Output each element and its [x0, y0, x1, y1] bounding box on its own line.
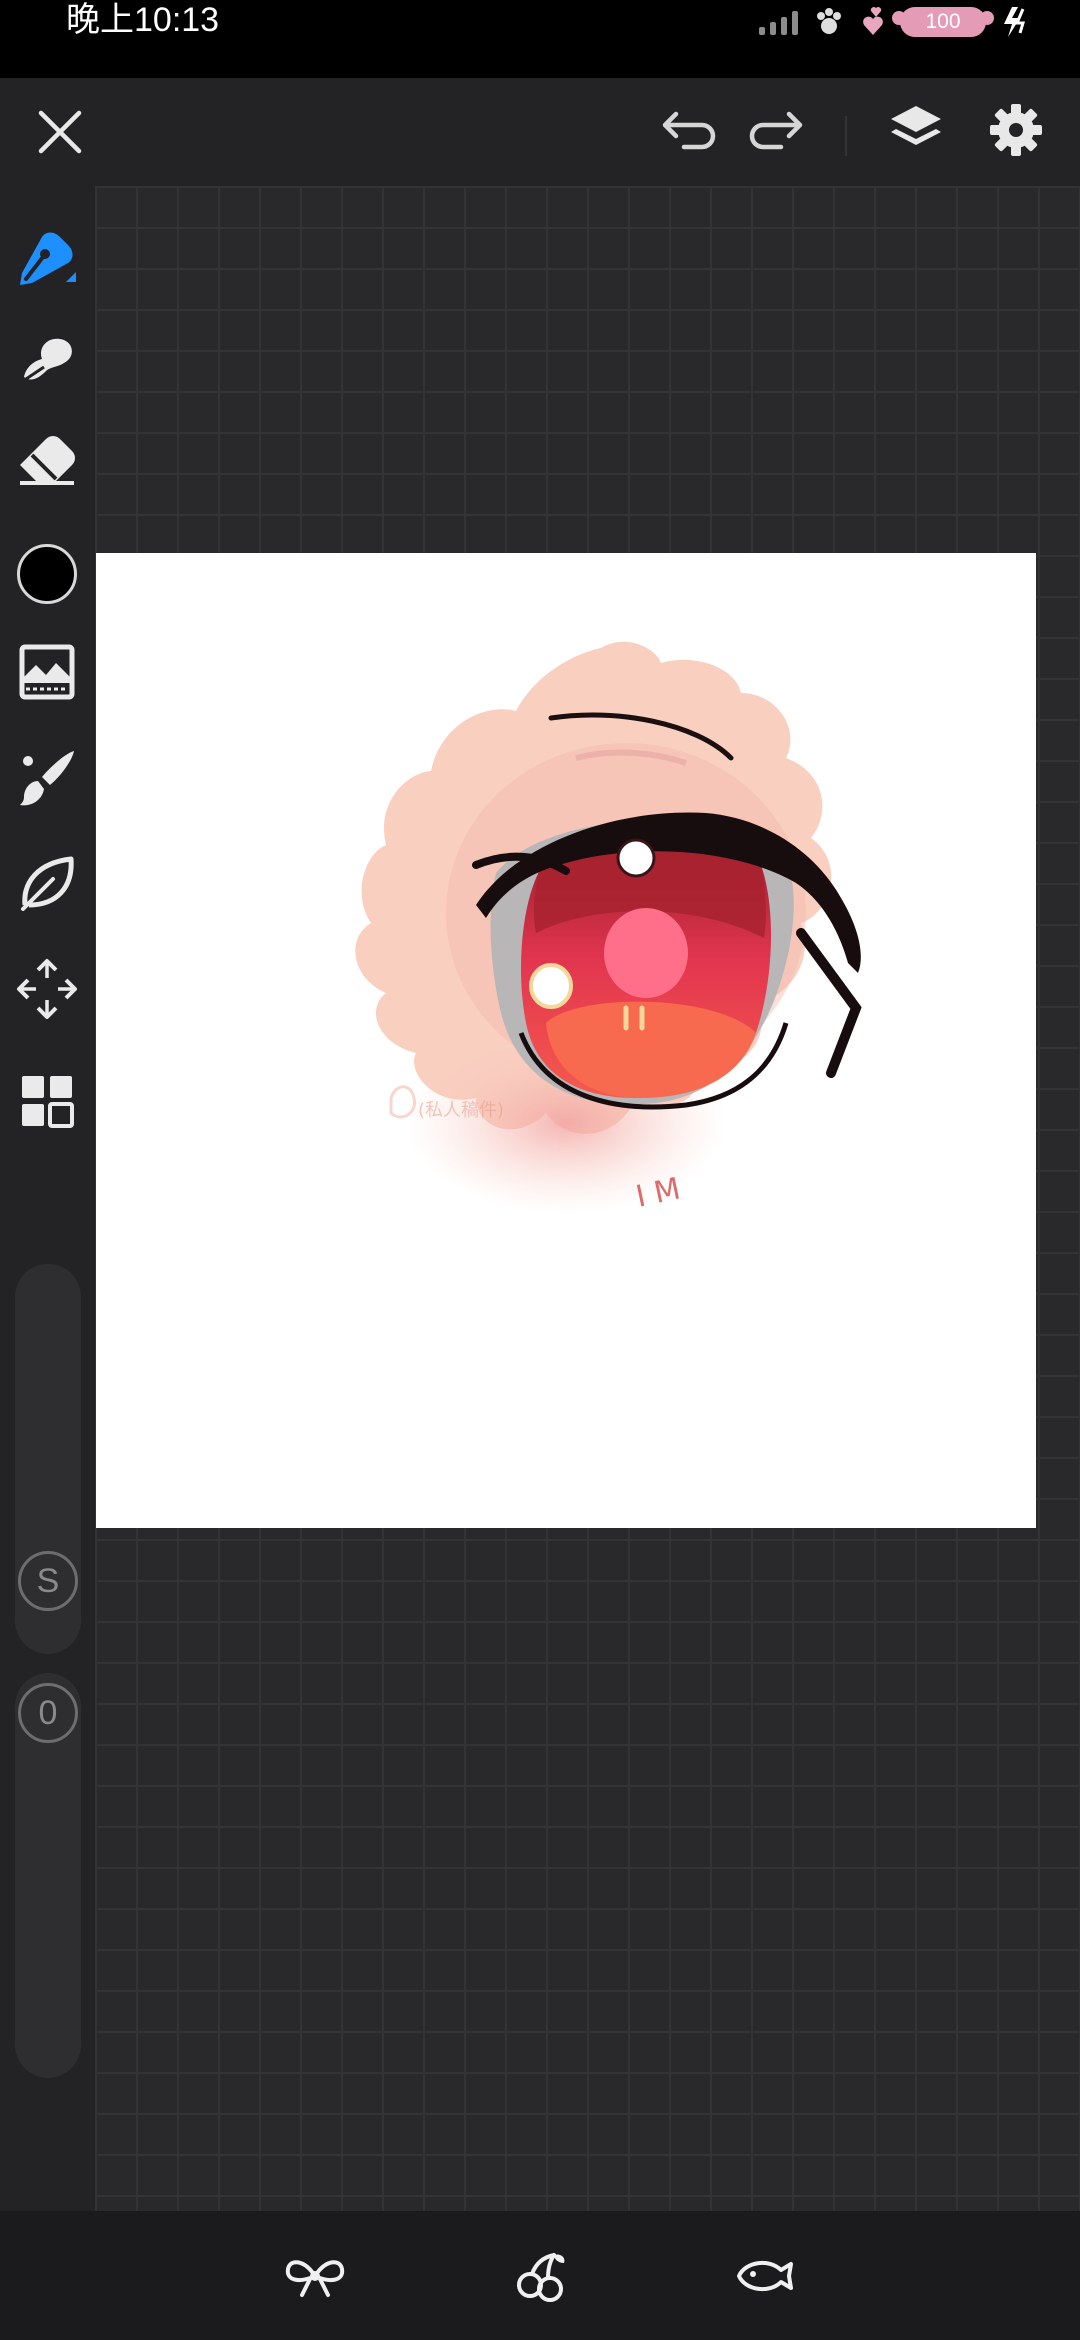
tool-more[interactable] [12, 1066, 82, 1136]
signal-icon [759, 9, 798, 35]
tool-smudge[interactable] [12, 323, 82, 393]
tool-pen[interactable] [12, 223, 82, 293]
layers-icon [891, 106, 941, 145]
settings-button[interactable] [982, 96, 1050, 164]
tool-color[interactable] [12, 539, 82, 609]
redo-button[interactable] [745, 102, 809, 162]
status-bar: 晚上10:13 100 [0, 0, 1080, 78]
close-icon [38, 110, 82, 154]
eraser-icon [20, 436, 75, 485]
tool-transform[interactable] [12, 954, 82, 1024]
gear-icon [990, 104, 1042, 156]
paw-icon [817, 8, 841, 34]
opacity-slider[interactable]: 0 [15, 1673, 81, 2078]
eye-artwork: (私人稿件) I M [355, 641, 862, 1215]
hearts-icon [863, 7, 883, 35]
opacity-knob[interactable]: 0 [18, 1683, 78, 1743]
image-adjust-icon [19, 644, 75, 700]
fish-icon [737, 2260, 793, 2292]
tool-rail: S 0 [0, 186, 95, 2211]
watermark-text: (私人稿件) [418, 1100, 504, 1121]
pen-icon [20, 232, 76, 285]
move-icon [17, 959, 77, 1019]
toolbar-separator [845, 116, 847, 156]
redo-icon [749, 111, 803, 150]
top-toolbar [0, 78, 1080, 186]
cherry-icon [517, 2253, 565, 2302]
undo-button[interactable] [656, 102, 720, 162]
layers-button[interactable] [882, 96, 950, 164]
undo-icon [662, 111, 716, 150]
tool-brush[interactable] [12, 743, 82, 813]
brush-icon [20, 751, 74, 806]
status-icons: 100 [759, 2, 1030, 42]
brush-size-knob[interactable]: S [18, 1551, 78, 1611]
canvas-workspace[interactable]: (私人稿件) I M [95, 186, 1080, 2211]
color-swatch [17, 544, 77, 604]
tool-eraser[interactable] [12, 423, 82, 493]
bow-button[interactable] [280, 2241, 350, 2311]
bottom-bar [0, 2211, 1080, 2340]
grid-icon [22, 1076, 74, 1128]
cherry-button[interactable] [506, 2241, 576, 2311]
brush-size-slider[interactable]: S [15, 1264, 81, 1654]
tool-lasso[interactable] [12, 848, 82, 918]
leaf-lasso-icon [21, 856, 74, 911]
battery-indicator: 100 [892, 7, 994, 37]
bow-icon [285, 2260, 345, 2297]
fish-button[interactable] [730, 2241, 800, 2311]
drawing-canvas[interactable]: (私人稿件) I M [96, 553, 1036, 1528]
close-button[interactable] [28, 100, 92, 164]
status-time: 晚上10:13 [66, 1, 220, 39]
charging-icon [1004, 7, 1026, 37]
smudge-icon [24, 338, 72, 381]
tool-image-adjust[interactable] [12, 637, 82, 707]
